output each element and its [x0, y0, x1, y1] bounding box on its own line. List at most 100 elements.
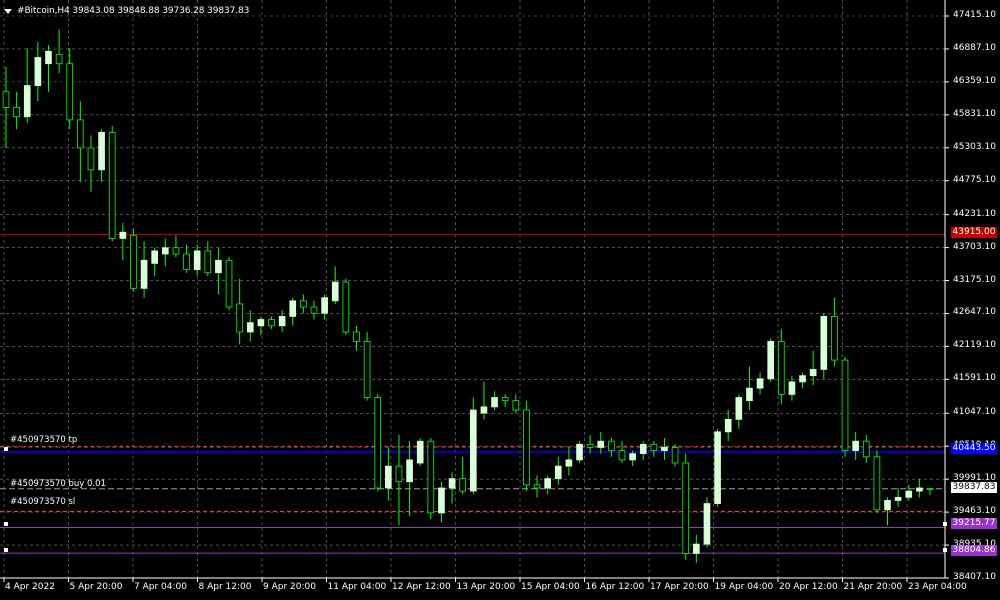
y-tick-label: 44775.10	[953, 174, 996, 185]
x-tick-label: 12 Apr 12:00	[392, 582, 451, 592]
y-tick-label: 38407.10	[953, 572, 996, 582]
candle-body	[236, 303, 243, 333]
y-tick-label: 41591.10	[953, 373, 996, 384]
x-tick-label: 20 Apr 12:00	[779, 582, 838, 592]
y-tick-label: 42647.10	[953, 307, 996, 318]
candle-body	[98, 131, 105, 171]
y-tick-label: 41047.10	[953, 407, 996, 418]
candle-body	[714, 431, 721, 504]
x-tick-label: 5 Apr 20:00	[69, 582, 123, 592]
candle-body	[491, 397, 498, 408]
sl-line-handle[interactable]	[4, 522, 8, 526]
x-tick-label: 23 Apr 04:00	[908, 582, 967, 592]
x-tick-label: 17 Apr 20:00	[650, 582, 709, 592]
candle-body	[416, 440, 424, 464]
symbol-title: #Bitcoin,H4 39843.08 39848.88 39736.28 3…	[17, 6, 250, 16]
candle-body	[321, 297, 328, 314]
candle-body	[533, 484, 541, 489]
candle-body	[140, 259, 148, 289]
x-tick-label: 4 Apr 2022	[5, 582, 55, 592]
chevron-down-icon[interactable]	[4, 8, 12, 14]
candle-body	[756, 378, 764, 389]
candle-body	[852, 440, 859, 451]
candle-body	[55, 53, 63, 65]
x-tick-label: 15 Apr 04:00	[521, 582, 580, 592]
candle-body	[767, 340, 775, 380]
candle-body	[788, 381, 796, 395]
x-tick-label: 21 Apr 20:00	[843, 582, 903, 592]
level-line-handle[interactable]	[4, 548, 8, 552]
candle-body	[671, 447, 679, 464]
candle-body	[289, 300, 297, 317]
buy-order-label: #450973570 buy 0.01	[10, 479, 106, 489]
candle-body	[310, 306, 318, 314]
candle-body	[278, 316, 286, 327]
symbol-header[interactable]: #Bitcoin,H4 39843.08 39848.88 39736.28 3…	[4, 4, 249, 18]
candle-body	[172, 247, 180, 255]
candle-body	[512, 400, 520, 411]
chart-plot[interactable]	[0, 0, 1000, 600]
tp-order-label: #450973570 tp	[10, 435, 78, 445]
candle-body	[544, 478, 551, 489]
candle-body	[565, 459, 573, 467]
candle-body	[501, 397, 509, 402]
candle-body	[108, 131, 116, 239]
sl-line-handle-right[interactable]	[943, 522, 947, 526]
candle-body	[300, 300, 307, 308]
x-tick-label: 8 Apr 12:00	[198, 582, 252, 592]
candle-body	[374, 397, 382, 489]
candle-body	[385, 465, 392, 489]
candle-body	[183, 253, 190, 271]
candle-body	[661, 447, 668, 451]
candle-body	[87, 147, 95, 171]
x-tick-label: 9 Apr 20:00	[263, 582, 316, 592]
candle-body	[23, 85, 31, 118]
candle-body	[77, 119, 84, 149]
level-price-tag: 38804.86	[951, 545, 997, 556]
y-tick-label: 39463.10	[953, 506, 996, 517]
candle-body	[799, 375, 806, 383]
y-tick-label: 44231.10	[953, 208, 996, 219]
candle-body	[395, 465, 403, 483]
level-line-handle-right[interactable]	[943, 548, 947, 552]
candle-body	[618, 450, 626, 461]
candle-body	[268, 319, 275, 327]
candle-body	[862, 440, 870, 458]
chart-window[interactable]: #Bitcoin,H4 39843.08 39848.88 39736.28 3…	[0, 0, 1000, 600]
candle-body	[438, 487, 445, 514]
candle-body	[693, 543, 700, 554]
candle-body	[480, 406, 488, 414]
sl-price-tag: 39215.77	[951, 518, 997, 529]
candle-body	[331, 281, 339, 302]
candle-body	[406, 459, 413, 483]
candle-body	[820, 316, 828, 370]
candle-body	[161, 247, 169, 255]
candle-body	[193, 250, 201, 271]
candle-body	[629, 453, 636, 461]
candle-body	[342, 281, 350, 333]
tp-line-handle[interactable]	[4, 447, 8, 451]
current-price-tag: 39837.83	[951, 482, 997, 493]
y-tick-label: 43175.10	[953, 274, 996, 285]
x-tick-label: 19 Apr 04:00	[714, 582, 774, 592]
candle-body	[204, 250, 212, 274]
candle-body	[45, 50, 52, 65]
y-tick-label: 42119.10	[953, 340, 996, 351]
candle-body	[427, 440, 435, 514]
candle-body	[34, 57, 42, 86]
candle-body	[257, 319, 265, 327]
candle-body	[459, 478, 467, 492]
candles	[2, 29, 934, 563]
y-tick-label: 46887.10	[953, 42, 996, 53]
candle-body	[523, 409, 530, 486]
candle-body	[246, 322, 254, 333]
candle-body	[586, 443, 594, 448]
candle-body	[448, 478, 456, 489]
candle-body	[809, 369, 817, 377]
y-tick-label: 45831.10	[953, 108, 996, 119]
y-tick-label: 45303.10	[953, 141, 996, 152]
candle-body	[353, 331, 360, 342]
alert-price-tag: 43915.00	[951, 227, 997, 238]
candle-body	[13, 107, 20, 118]
x-tick-label: 7 Apr 04:00	[134, 582, 187, 592]
